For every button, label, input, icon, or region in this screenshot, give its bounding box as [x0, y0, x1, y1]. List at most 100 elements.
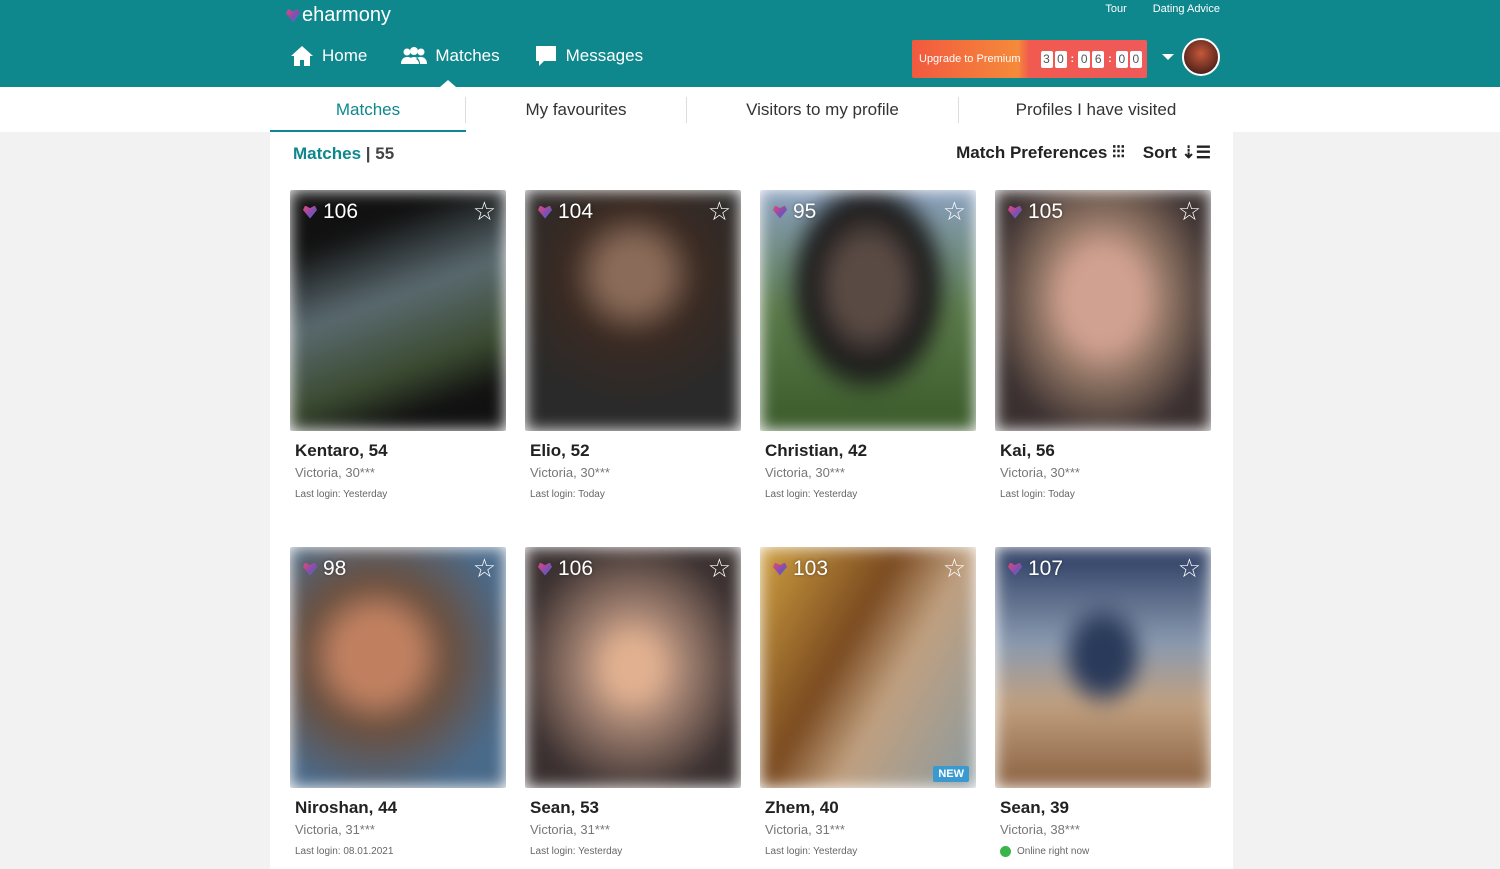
- score-value: 98: [323, 557, 347, 580]
- profile-photo[interactable]: 106 ☆: [290, 190, 506, 431]
- last-login: Last login: Today: [1000, 489, 1211, 500]
- profile-photo[interactable]: 106 ☆: [525, 547, 741, 788]
- timer-digit: 0: [1054, 50, 1067, 68]
- match-card[interactable]: 105 ☆ Kai, 56 Victoria, 30*** Last login…: [995, 190, 1211, 500]
- users-icon: [401, 47, 428, 64]
- count-value: | 55: [365, 144, 395, 163]
- active-nav-caret: [440, 80, 456, 87]
- timer-digit: 0: [1078, 50, 1091, 68]
- heart-logo-icon: [286, 9, 300, 22]
- match-card[interactable]: 106 ☆ Kentaro, 54 Victoria, 30*** Last l…: [290, 190, 506, 500]
- nav-label: Matches: [435, 46, 500, 65]
- match-preferences-button[interactable]: Match Preferences ⫶⫶⫶: [956, 143, 1125, 163]
- match-name[interactable]: Niroshan, 44: [295, 798, 506, 818]
- profile-photo[interactable]: 104 ☆: [525, 190, 741, 431]
- tour-link[interactable]: Tour: [1105, 3, 1126, 15]
- profile-photo[interactable]: 98 ☆: [290, 547, 506, 788]
- compatibility-score: 95: [773, 200, 816, 224]
- star-icon[interactable]: ☆: [708, 196, 731, 227]
- last-login: Last login: Today: [530, 489, 741, 500]
- preferences-label: Match Preferences: [956, 143, 1108, 162]
- star-icon[interactable]: ☆: [943, 196, 966, 227]
- tab-matches[interactable]: Matches: [270, 87, 466, 132]
- sort-label: Sort: [1142, 143, 1177, 162]
- nav-matches[interactable]: Matches: [401, 44, 500, 68]
- heart-icon: [1008, 205, 1022, 219]
- chevron-down-icon[interactable]: [1162, 54, 1174, 60]
- sliders-icon: ⫶⫶⫶: [1112, 143, 1125, 162]
- match-card[interactable]: 103 ☆ NEW Zhem, 40 Victoria, 31*** Last …: [760, 547, 976, 857]
- match-location: Victoria, 31***: [765, 822, 845, 837]
- login-text: Last login: Today: [1000, 489, 1075, 500]
- top-header: eharmony Tour Dating Advice Home Matches …: [0, 0, 1500, 87]
- match-name[interactable]: Kai, 56: [1000, 441, 1211, 461]
- profile-photo[interactable]: 107 ☆: [995, 547, 1211, 788]
- eharmony-logo[interactable]: eharmony: [286, 4, 391, 27]
- tab-visitors[interactable]: Visitors to my profile: [687, 87, 958, 132]
- login-text: Last login: Yesterday: [765, 846, 858, 857]
- match-card[interactable]: 107 ☆ Sean, 39 Victoria, 38*** Online ri…: [995, 547, 1211, 857]
- match-name[interactable]: Sean, 53: [530, 798, 741, 818]
- heart-icon: [538, 562, 552, 576]
- upgrade-label: Upgrade to Premium: [919, 53, 1021, 65]
- nav-messages[interactable]: Messages: [534, 44, 643, 68]
- upgrade-premium-button[interactable]: Upgrade to Premium 30: 06: 00: [912, 40, 1147, 78]
- matches-label: Matches: [293, 144, 362, 163]
- match-name[interactable]: Sean, 39: [1000, 798, 1211, 818]
- sort-icon: ⇣☰: [1181, 143, 1211, 162]
- compatibility-score: 104: [538, 200, 593, 224]
- compatibility-score: 107: [1008, 557, 1063, 581]
- tab-visited[interactable]: Profiles I have visited: [959, 87, 1233, 132]
- login-text: Last login: 08.01.2021: [295, 846, 394, 857]
- match-location: Victoria, 30***: [295, 465, 375, 480]
- online-dot-icon: [1000, 846, 1011, 857]
- match-name[interactable]: Zhem, 40: [765, 798, 976, 818]
- login-text: Online right now: [1017, 846, 1090, 857]
- heart-icon: [1008, 562, 1022, 576]
- home-icon: [291, 46, 313, 66]
- login-text: Last login: Today: [530, 489, 605, 500]
- tab-bar: Matches My favourites Visitors to my pro…: [0, 87, 1500, 132]
- star-icon[interactable]: ☆: [473, 553, 496, 584]
- profile-photo[interactable]: 103 ☆ NEW: [760, 547, 976, 788]
- profile-photo[interactable]: 95 ☆: [760, 190, 976, 431]
- match-card[interactable]: 95 ☆ Christian, 42 Victoria, 30*** Last …: [760, 190, 976, 500]
- sort-button[interactable]: Sort ⇣☰: [1143, 143, 1211, 163]
- match-card[interactable]: 98 ☆ Niroshan, 44 Victoria, 31*** Last l…: [290, 547, 506, 857]
- match-location: Victoria, 30***: [1000, 465, 1080, 480]
- star-icon[interactable]: ☆: [473, 196, 496, 227]
- tab-favourites[interactable]: My favourites: [466, 87, 686, 132]
- score-value: 106: [323, 200, 359, 223]
- compatibility-score: 105: [1008, 200, 1063, 224]
- chat-icon: [535, 46, 556, 66]
- match-name[interactable]: Kentaro, 54: [295, 441, 506, 461]
- star-icon[interactable]: ☆: [1178, 553, 1201, 584]
- match-name[interactable]: Elio, 52: [530, 441, 741, 461]
- star-icon[interactable]: ☆: [943, 553, 966, 584]
- heart-icon: [773, 562, 787, 576]
- last-login: Last login: Yesterday: [530, 846, 741, 857]
- last-login: Last login: 08.01.2021: [295, 846, 506, 857]
- score-value: 106: [558, 557, 594, 580]
- matches-panel: Matches | 55 Match Preferences ⫶⫶⫶ Sort …: [270, 132, 1233, 869]
- timer-digit: 0: [1129, 50, 1142, 68]
- star-icon[interactable]: ☆: [708, 553, 731, 584]
- nav-label: Messages: [565, 46, 644, 65]
- new-badge: NEW: [933, 766, 969, 782]
- match-name[interactable]: Christian, 42: [765, 441, 976, 461]
- star-icon[interactable]: ☆: [1178, 196, 1201, 227]
- dating-advice-link[interactable]: Dating Advice: [1153, 3, 1220, 15]
- heart-icon: [538, 205, 552, 219]
- compatibility-score: 106: [538, 557, 593, 581]
- avatar[interactable]: [1182, 38, 1220, 76]
- last-login: Online right now: [1000, 846, 1211, 857]
- match-location: Victoria, 30***: [765, 465, 845, 480]
- match-location: Victoria, 31***: [530, 822, 610, 837]
- match-card[interactable]: 106 ☆ Sean, 53 Victoria, 31*** Last logi…: [525, 547, 741, 857]
- match-card[interactable]: 104 ☆ Elio, 52 Victoria, 30*** Last logi…: [525, 190, 741, 500]
- login-text: Last login: Yesterday: [295, 489, 388, 500]
- score-value: 104: [558, 200, 594, 223]
- profile-photo[interactable]: 105 ☆: [995, 190, 1211, 431]
- nav-home[interactable]: Home: [290, 44, 367, 68]
- timer-digit: 0: [1115, 50, 1128, 68]
